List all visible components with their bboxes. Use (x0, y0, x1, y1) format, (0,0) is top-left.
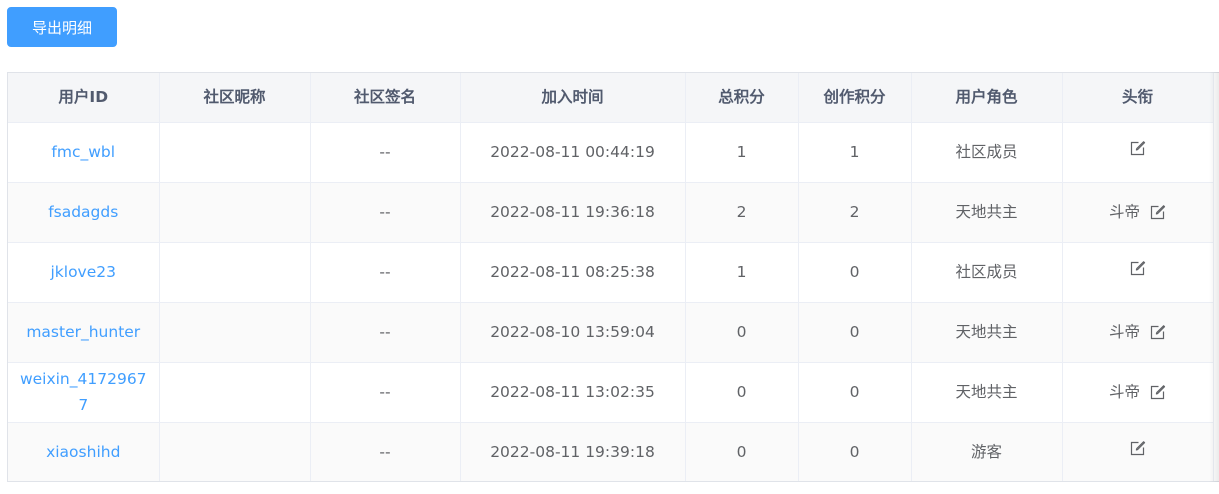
nickname-cell (159, 242, 311, 303)
edit-icon[interactable] (1129, 440, 1146, 457)
nickname-cell (159, 302, 311, 363)
user-id-link[interactable]: weixin_41729677 (8, 362, 160, 423)
nickname-cell (159, 422, 311, 481)
creation-points-cell: 2 (798, 182, 912, 243)
title-cell (1062, 422, 1214, 481)
column-header-join-time: 加入时间 (460, 73, 686, 123)
creation-points-cell: 0 (798, 422, 912, 481)
nickname-cell (159, 122, 311, 183)
edit-icon[interactable] (1129, 140, 1146, 157)
column-header-title: 头衔 (1062, 73, 1214, 123)
role-cell: 社区成员 (911, 242, 1063, 303)
column-header-creation-points: 创作积分 (798, 73, 912, 123)
table-row: master_hunter -- 2022-08-10 13:59:04 0 0 天地共主… (8, 302, 1214, 363)
signature-cell: -- (310, 362, 461, 423)
signature-cell: -- (310, 422, 461, 481)
table-row: fsadagds -- 2022-08-11 19:36:18 2 2 天地共主 斗帝 (8, 182, 1214, 243)
total-points-cell: 0 (685, 422, 799, 481)
title-label: 斗帝 (1108, 323, 1140, 341)
title-label: 斗帝 (1108, 383, 1140, 401)
total-points-cell: 0 (685, 302, 799, 363)
signature-cell: -- (310, 302, 461, 363)
column-header-total-points: 总积分 (685, 73, 799, 123)
title-cell: 斗帝 (1062, 302, 1214, 363)
total-points-cell: 2 (685, 182, 799, 243)
signature-cell: -- (310, 242, 461, 303)
column-header-signature: 社区签名 (310, 73, 461, 123)
user-id-link[interactable]: fmc_wbl (8, 122, 160, 183)
edit-icon[interactable] (1149, 384, 1166, 401)
creation-points-cell: 0 (798, 242, 912, 303)
title-cell: 斗帝 (1062, 362, 1214, 423)
signature-cell: -- (310, 122, 461, 183)
role-cell: 游客 (911, 422, 1063, 481)
join-time-cell: 2022-08-11 00:44:19 (460, 122, 686, 183)
creation-points-cell: 1 (798, 122, 912, 183)
edit-icon[interactable] (1149, 324, 1166, 341)
user-table: 用户ID 社区昵称 社区签名 加入时间 总积分 创作积分 用户角色 头衔 fmc… (7, 72, 1219, 482)
user-id-link[interactable]: master_hunter (8, 302, 160, 363)
creation-points-cell: 0 (798, 302, 912, 363)
table-header-row: 用户ID 社区昵称 社区签名 加入时间 总积分 创作积分 用户角色 头衔 (8, 73, 1214, 123)
table-row: fmc_wbl -- 2022-08-11 00:44:19 1 1 社区成员 (8, 122, 1214, 183)
total-points-cell: 1 (685, 122, 799, 183)
join-time-cell: 2022-08-11 19:39:18 (460, 422, 686, 481)
creation-points-cell: 0 (798, 362, 912, 423)
join-time-cell: 2022-08-11 08:25:38 (460, 242, 686, 303)
role-cell: 天地共主 (911, 302, 1063, 363)
table-row: jklove23 -- 2022-08-11 08:25:38 1 0 社区成员 (8, 242, 1214, 303)
user-id-link[interactable]: jklove23 (8, 242, 160, 303)
signature-cell: -- (310, 182, 461, 243)
table-row: xiaoshihd -- 2022-08-11 19:39:18 0 0 游客 (8, 422, 1214, 481)
role-cell: 社区成员 (911, 122, 1063, 183)
role-cell: 天地共主 (911, 182, 1063, 243)
edit-icon[interactable] (1129, 260, 1146, 277)
join-time-cell: 2022-08-11 13:02:35 (460, 362, 686, 423)
column-header-user-id: 用户ID (8, 73, 160, 123)
title-cell (1062, 122, 1214, 183)
edit-icon[interactable] (1149, 204, 1166, 221)
export-details-button[interactable]: 导出明细 (7, 7, 117, 47)
column-header-nickname: 社区昵称 (159, 73, 311, 123)
user-id-link[interactable]: fsadagds (8, 182, 160, 243)
column-header-user-role: 用户角色 (911, 73, 1063, 123)
user-id-link[interactable]: xiaoshihd (8, 422, 160, 481)
join-time-cell: 2022-08-10 13:59:04 (460, 302, 686, 363)
total-points-cell: 1 (685, 242, 799, 303)
nickname-cell (159, 182, 311, 243)
title-label: 斗帝 (1108, 203, 1140, 221)
role-cell: 天地共主 (911, 362, 1063, 423)
title-cell: 斗帝 (1062, 182, 1214, 243)
nickname-cell (159, 362, 311, 423)
table-row: weixin_41729677 -- 2022-08-11 13:02:35 0 0 天地… (8, 362, 1214, 423)
join-time-cell: 2022-08-11 19:36:18 (460, 182, 686, 243)
title-cell (1062, 242, 1214, 303)
total-points-cell: 0 (685, 362, 799, 423)
